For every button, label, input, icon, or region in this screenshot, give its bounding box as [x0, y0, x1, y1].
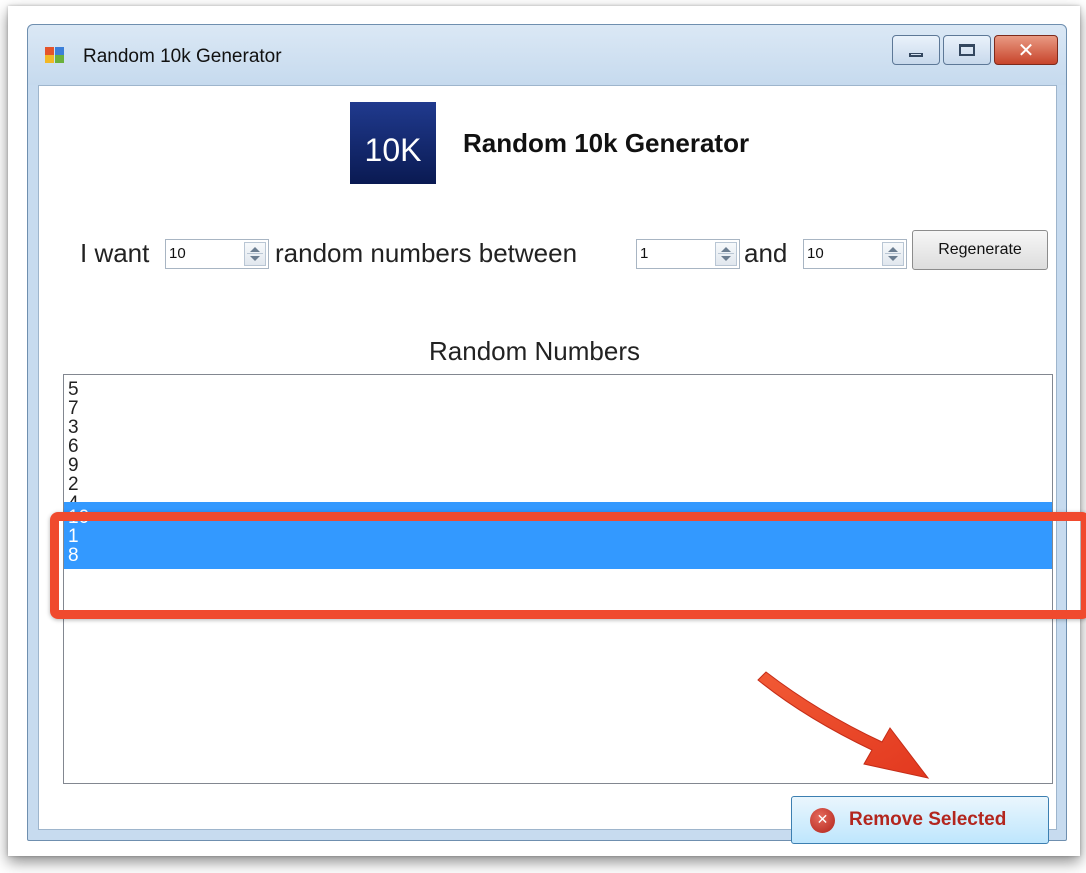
app-logo: 10K [350, 102, 436, 184]
count-value: 10 [169, 245, 186, 262]
remove-selected-label: Remove Selected [849, 809, 1007, 830]
spin-down-icon [721, 256, 731, 261]
page-title: Random 10k Generator [463, 128, 750, 158]
max-value: 10 [807, 245, 824, 262]
window-title: Random 10k Generator [83, 46, 282, 67]
spin-down-icon [888, 256, 898, 261]
list-item[interactable]: 9 [64, 456, 1052, 475]
title-bar[interactable]: Random 10k Generator ✕ [28, 25, 1066, 85]
list-item[interactable]: 4 [64, 494, 1052, 502]
min-value: 1 [640, 245, 649, 262]
list-item[interactable]: 2 [64, 475, 1052, 494]
spin-up-icon [888, 247, 898, 252]
spin-down-icon [250, 256, 260, 261]
min-spin-arrows[interactable] [715, 242, 737, 266]
remove-icon: ✕ [810, 807, 835, 833]
close-button[interactable]: ✕ [994, 35, 1058, 65]
label-i-want: I want [80, 238, 150, 268]
minimize-button[interactable] [892, 35, 940, 65]
max-stepper[interactable]: 10 [803, 239, 907, 269]
count-stepper[interactable]: 10 [165, 239, 269, 269]
close-icon: ✕ [1017, 38, 1035, 62]
label-and: and [744, 238, 788, 268]
maximize-button[interactable] [943, 35, 991, 65]
list-item[interactable]: 5 [64, 380, 1052, 399]
remove-selected-button[interactable]: ✕ Remove Selected [791, 796, 1049, 844]
list-item[interactable]: 6 [64, 437, 1052, 456]
list-item[interactable]: 8 [64, 546, 1052, 569]
client-area: 10K Random 10k Generator I want 10 rando… [38, 85, 1057, 844]
spin-up-icon [250, 247, 260, 252]
maximize-icon [959, 44, 975, 56]
max-spin-arrows[interactable] [882, 242, 904, 266]
random-numbers-listbox[interactable]: 57369241018 [63, 374, 1053, 784]
list-item[interactable]: 3 [64, 418, 1052, 437]
list-item[interactable]: 7 [64, 399, 1052, 418]
minimize-icon [909, 53, 923, 57]
list-item[interactable]: 10 [64, 502, 1052, 527]
app-window: Random 10k Generator ✕ 10K Random 10k Ge… [27, 24, 1067, 844]
label-random-numbers-between: random numbers between [275, 238, 578, 268]
regenerate-button[interactable]: Regenerate [912, 230, 1048, 270]
list-title: Random Numbers [429, 336, 640, 366]
min-stepper[interactable]: 1 [636, 239, 740, 269]
spin-up-icon [721, 247, 731, 252]
app-icon [45, 47, 65, 63]
list-item[interactable]: 1 [64, 527, 1052, 546]
count-spin-arrows[interactable] [244, 242, 266, 266]
